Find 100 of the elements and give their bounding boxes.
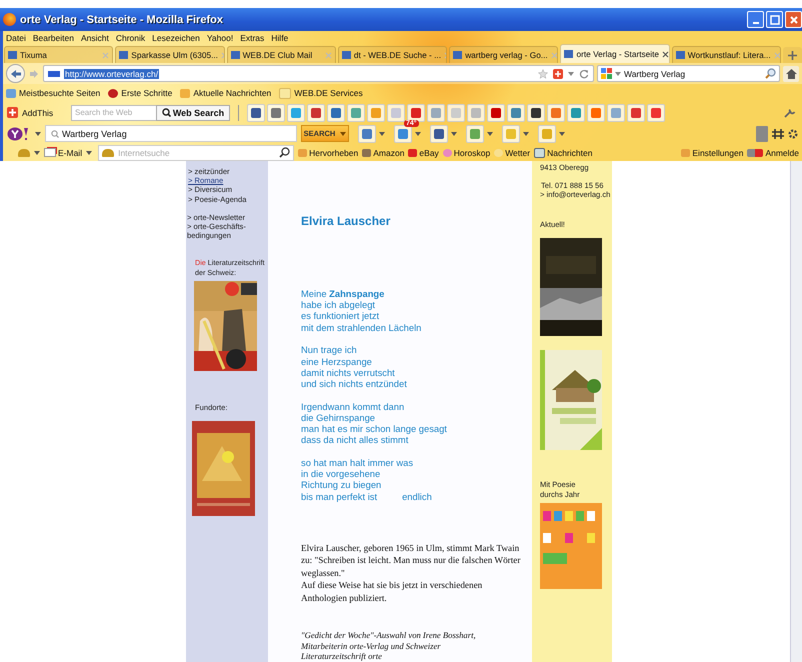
toolbar-item[interactable]: Horoskop — [442, 148, 490, 158]
favicon-icon — [676, 51, 685, 59]
favicon-icon — [342, 51, 351, 59]
poem-line: in die vorgesehene — [301, 468, 382, 480]
menu-item[interactable]: Datei — [6, 32, 26, 42]
menu-item[interactable]: Ansicht — [80, 32, 109, 42]
close-icon[interactable] — [662, 50, 669, 58]
poem-line: dass da nicht alles stimmt — [301, 434, 410, 446]
bookmark-item[interactable]: WEB.DE Services — [279, 88, 363, 98]
toolbar-icon[interactable] — [430, 124, 448, 142]
poem-line: man hat es mir schon lange gesagt — [301, 423, 448, 434]
home-button[interactable] — [783, 66, 799, 82]
menu-item[interactable]: Extras — [240, 32, 264, 42]
favicon-icon — [564, 50, 574, 58]
browser-tab[interactable]: Sparkasse Ulm (6305... — [115, 46, 225, 63]
bio-paragraph: Elvira Lauscher, geboren 1965 in Ulm, stimmt Mark Twain zu: "Schreiben ist leicht. Man muss nur die falschen Wörter weglassen." — [301, 542, 522, 580]
addthis-button[interactable]: AddThis — [7, 107, 67, 118]
poem-line: endlich — [402, 490, 432, 502]
wrench-icon — [784, 108, 796, 118]
poem-line: mit dem strahlenden Lächeln — [301, 322, 422, 333]
bio-paragraph: Auf diese Weise hat sie bis jetzt in verschiedenen Anthologien publiziert. — [301, 579, 484, 604]
login-button[interactable]: Anmelde — [747, 148, 799, 158]
bookmark-icon — [180, 88, 190, 98]
toolbar-item[interactable]: Hervorheben — [298, 148, 358, 158]
minimize-icon — [752, 22, 758, 24]
menu-item[interactable]: Lesezeichen — [152, 32, 200, 42]
caret-icon — [615, 72, 621, 76]
poem-line: die Gehirnspange — [301, 412, 376, 424]
maximize-button[interactable] — [766, 11, 783, 28]
caret-icon[interactable] — [451, 132, 457, 136]
caret-icon[interactable] — [568, 72, 574, 76]
new-tab-button[interactable] — [783, 47, 802, 63]
gear-icon[interactable] — [788, 128, 798, 138]
caret-icon — [340, 132, 346, 136]
email-button[interactable]: E-Mail — [44, 148, 82, 158]
close-icon — [788, 14, 798, 24]
bookmark-item[interactable]: Erste Schritte — [108, 88, 172, 98]
poem-line: es funktioniert jetzt — [301, 310, 380, 322]
plus-icon — [7, 107, 18, 118]
address-field[interactable]: http://www.orteverlag.ch/ — [43, 65, 594, 82]
search-icon[interactable] — [279, 147, 290, 158]
toolbar-icon[interactable] — [527, 104, 545, 122]
menu-item[interactable]: Bearbeiten — [32, 32, 74, 42]
favicon-icon — [453, 51, 462, 59]
caret-icon[interactable] — [523, 132, 529, 136]
plus-icon[interactable] — [553, 68, 563, 78]
favicon-icon — [119, 51, 128, 59]
caret-icon[interactable] — [379, 132, 385, 136]
toolbar-item[interactable]: eBay — [408, 148, 439, 158]
poem-line: so hat man halt immer was — [301, 456, 414, 468]
poem-line: und sich nichts entzündet — [301, 378, 408, 390]
browser-tab[interactable]: dt - WEB.DE Suche - ... — [338, 46, 448, 63]
credit-text: "Gedicht der Woche"-Auswahl von Irene Bosshart, Mitarbeiterin orte-Verlag und Schweizer Literaturzeitschrift orte — [301, 630, 477, 662]
search-field[interactable]: Wartberg Verlag — [597, 65, 780, 82]
poem-line: damit nichts verrutscht — [301, 366, 396, 378]
back-button[interactable] — [6, 64, 25, 83]
toolbar-icon[interactable] — [247, 104, 265, 122]
minimize-button[interactable] — [747, 11, 764, 28]
star-icon[interactable] — [538, 68, 548, 78]
caret-icon[interactable] — [34, 150, 40, 154]
search-icon — [51, 130, 59, 138]
browser-tab[interactable]: orte Verlag - Startseite — [560, 44, 670, 63]
browser-tab[interactable]: Tixuma — [4, 46, 114, 63]
settings-button[interactable]: Einstellungen — [681, 148, 744, 158]
web-search-button[interactable]: Web Search — [156, 104, 230, 120]
wrench-button[interactable] — [782, 108, 798, 118]
menu-item[interactable]: Yahoo! — [206, 32, 234, 42]
caret-icon[interactable] — [415, 132, 421, 136]
caret-icon[interactable] — [487, 132, 493, 136]
caret-icon[interactable] — [559, 132, 565, 136]
toolbar-item[interactable]: Nachrichten — [534, 148, 592, 158]
yahoo-logo-icon[interactable] — [7, 126, 31, 140]
browser-tab[interactable]: Wortkunstlauf: Litera... — [672, 46, 782, 63]
favicon-icon — [8, 51, 17, 59]
close-button[interactable] — [785, 11, 802, 28]
toolbar-item[interactable]: Wetter — [494, 148, 530, 158]
poem-line: Irgendwann kommt dann — [301, 400, 406, 412]
browser-tab[interactable]: WEB.DE Club Mail — [226, 46, 336, 63]
search-icon — [162, 108, 171, 117]
caret-icon[interactable] — [35, 132, 41, 136]
menu-item[interactable]: Hilfe — [271, 32, 288, 42]
maximize-icon — [770, 14, 780, 24]
arrow-icon — [30, 70, 38, 78]
bookmark-item[interactable]: Meistbesuchte Seiten — [6, 88, 100, 98]
reload-icon[interactable] — [579, 68, 589, 78]
caret-icon[interactable] — [86, 150, 92, 154]
poem-line: Richtung zu biegen — [301, 479, 382, 491]
bookmark-icon — [279, 88, 292, 98]
favicon-icon — [230, 51, 240, 59]
scrollbar[interactable] — [790, 161, 802, 662]
home-icon — [786, 68, 796, 78]
toolbar-item[interactable]: Amazon — [362, 148, 404, 158]
search-field[interactable]: Wartberg Verlag — [45, 125, 297, 142]
browser-tab[interactable]: wartberg verlag - Go... — [449, 46, 558, 63]
menu-item[interactable]: Chronik — [116, 32, 146, 42]
arrow-icon — [10, 68, 22, 78]
article-title: Elvira Lauscher — [301, 214, 392, 228]
poem-line: bis man perfekt ist — [301, 490, 378, 502]
toolbar-icon[interactable] — [487, 104, 505, 122]
bookmark-item[interactable]: Aktuelle Nachrichten — [180, 88, 272, 98]
